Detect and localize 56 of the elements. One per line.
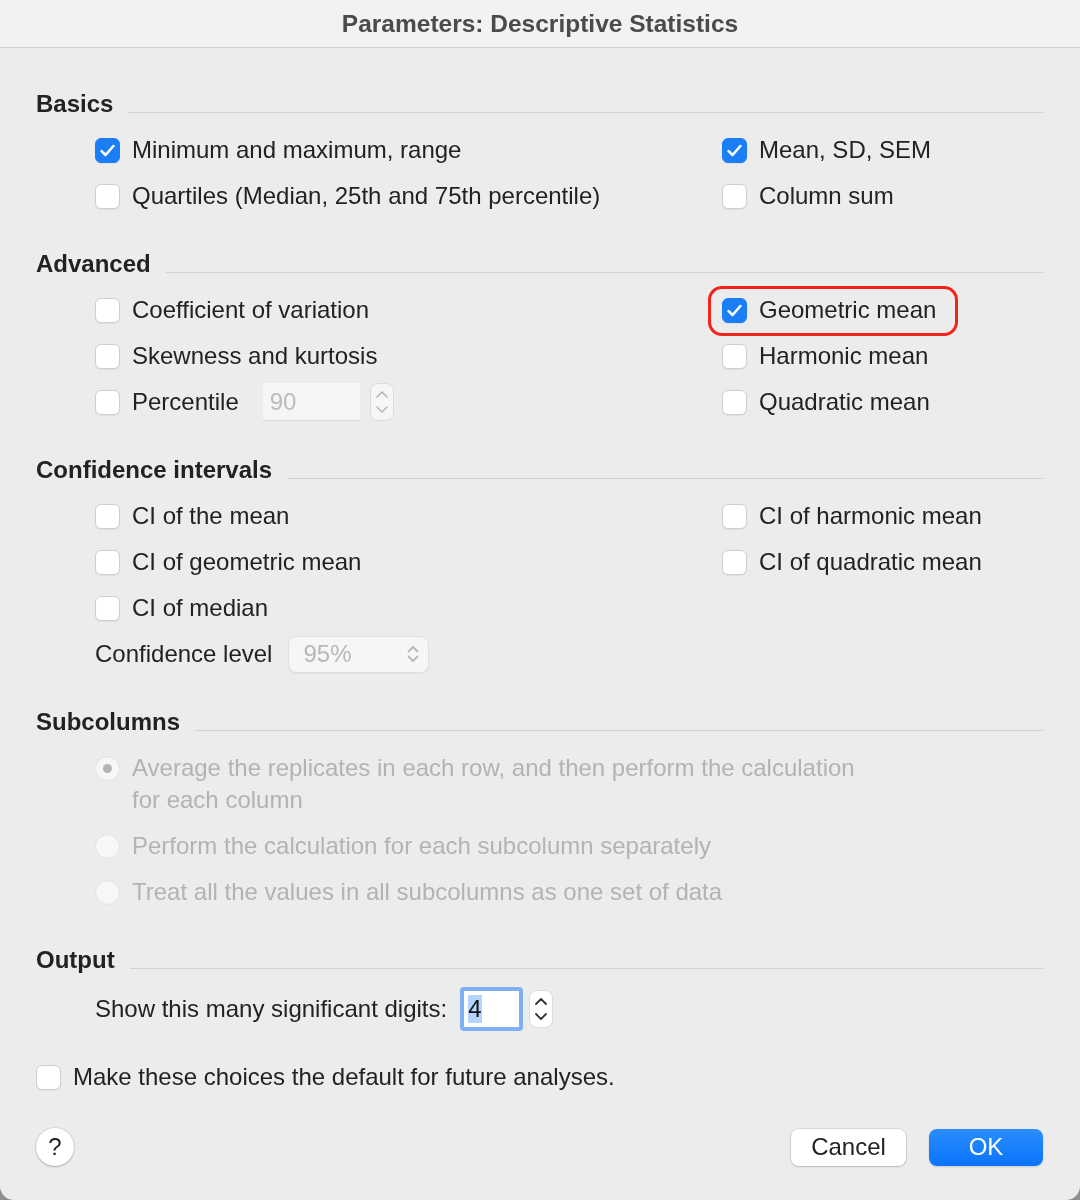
window-title: Parameters: Descriptive Statistics (341, 9, 739, 38)
checkbox-label: Coefficient of variation (132, 296, 370, 324)
radio-label: Perform the calculation for each subcolumn separately (132, 831, 711, 861)
checkbox[interactable] (95, 183, 120, 209)
checkbox-label: Column sum (759, 182, 894, 210)
field-label: Show this many significant digits: (95, 995, 448, 1023)
checkbox[interactable] (95, 503, 120, 529)
checkbox-label: Harmonic mean (759, 342, 929, 370)
chevron-down-icon (375, 405, 388, 413)
checkbox-label: CI of geometric mean (132, 548, 362, 576)
checkbox-label: Quadratic mean (759, 388, 930, 416)
checkmark-icon (727, 303, 742, 317)
cancel-button[interactable]: Cancel (791, 1128, 906, 1166)
radio-label: Average the replicates in each row, and then perform the calculation for each column (132, 753, 856, 815)
checkbox-label: Skewness and kurtosis (132, 342, 378, 370)
checkbox-label: CI of the mean (132, 502, 290, 530)
checkbox[interactable] (95, 137, 120, 163)
checkmark-icon (727, 143, 742, 157)
checkbox-label: Geometric mean (759, 296, 937, 324)
checkbox[interactable] (95, 297, 120, 323)
checkbox[interactable] (722, 389, 747, 415)
checkbox[interactable] (722, 137, 747, 163)
checkbox[interactable] (722, 343, 747, 369)
chevron-up-icon (535, 998, 548, 1006)
checkmark-icon (100, 143, 115, 157)
stepper-control[interactable] (529, 990, 554, 1028)
section-heading: Output (36, 946, 115, 974)
checkbox[interactable] (95, 389, 120, 415)
checkbox[interactable] (95, 595, 120, 621)
section-heading: Confidence intervals (36, 456, 273, 484)
radio-label: Treat all the values in all subcolumns as one set of data (132, 877, 723, 907)
field-label: Confidence level (95, 640, 273, 668)
updown-chevron-icon (407, 645, 420, 663)
section-heading: Basics (36, 90, 114, 118)
help-button[interactable]: ? (36, 1128, 74, 1166)
checkbox-label: Make these choices the default for future analyses. (73, 1063, 615, 1091)
checkbox[interactable] (722, 297, 747, 323)
number-input-field[interactable]: 4 (460, 987, 524, 1031)
chevron-up-icon (375, 391, 388, 399)
chevron-down-icon (535, 1012, 548, 1020)
checkbox[interactable] (95, 343, 120, 369)
checkbox[interactable] (722, 549, 747, 575)
ok-button[interactable]: OK (929, 1128, 1043, 1166)
checkbox[interactable] (95, 549, 120, 575)
checkbox-label: CI of median (132, 594, 269, 622)
checkbox-label: Quartiles (Median, 25th and 75th percentile) (132, 182, 601, 210)
checkbox-label: Minimum and maximum, range (132, 136, 462, 164)
checkbox-label: Percentile (132, 388, 239, 416)
checkbox[interactable] (722, 503, 747, 529)
checkbox[interactable] (722, 183, 747, 209)
section-heading: Advanced (36, 250, 151, 278)
section-heading: Subcolumns (36, 708, 180, 736)
checkbox-label: CI of harmonic mean (759, 502, 982, 530)
checkbox-label: CI of quadratic mean (759, 548, 982, 576)
checkbox-label: Mean, SD, SEM (759, 136, 932, 164)
checkbox[interactable] (36, 1064, 61, 1090)
